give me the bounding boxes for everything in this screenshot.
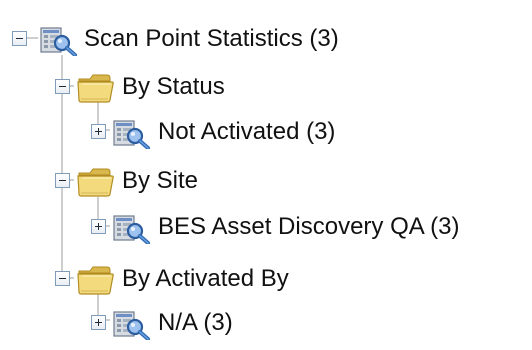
collapse-toggle[interactable] [12,31,27,46]
tree-node-by-status[interactable]: By Status [0,66,300,106]
folder-icon [76,262,116,296]
collapse-toggle[interactable] [55,79,70,94]
tree-node-not-activated[interactable]: Not Activated (3) [0,111,420,151]
expand-toggle[interactable] [91,315,106,330]
tree-node-na[interactable]: N/A (3) [0,302,300,342]
folder-icon [76,164,116,198]
tree-node-label[interactable]: By Status [122,73,225,101]
tree-node-label[interactable]: By Site [122,167,198,195]
expand-toggle[interactable] [91,124,106,139]
tree-node-label[interactable]: Not Activated (3) [158,118,335,146]
tree-node-by-site[interactable]: By Site [0,160,300,200]
tree-node-label[interactable]: Scan Point Statistics (3) [84,25,339,53]
tree-node-by-activated-by[interactable]: By Activated By [0,258,340,298]
tree-node-root[interactable]: Scan Point Statistics (3) [0,18,420,58]
tree-node-label[interactable]: By Activated By [122,265,289,293]
collapse-toggle[interactable] [55,271,70,286]
report-magnifier-icon [111,210,151,244]
tree-node-bes-asset-discovery-qa[interactable]: BES Asset Discovery QA (3) [0,206,532,246]
collapse-toggle[interactable] [55,173,70,188]
folder-icon [76,70,116,104]
report-magnifier-icon [38,22,78,56]
report-magnifier-icon [111,115,151,149]
tree-node-label[interactable]: N/A (3) [158,309,233,337]
expand-toggle[interactable] [91,219,106,234]
tree-node-label[interactable]: BES Asset Discovery QA (3) [158,213,459,241]
scan-point-tree: Scan Point Statistics (3) By Status Not … [0,0,532,350]
report-magnifier-icon [111,306,151,340]
